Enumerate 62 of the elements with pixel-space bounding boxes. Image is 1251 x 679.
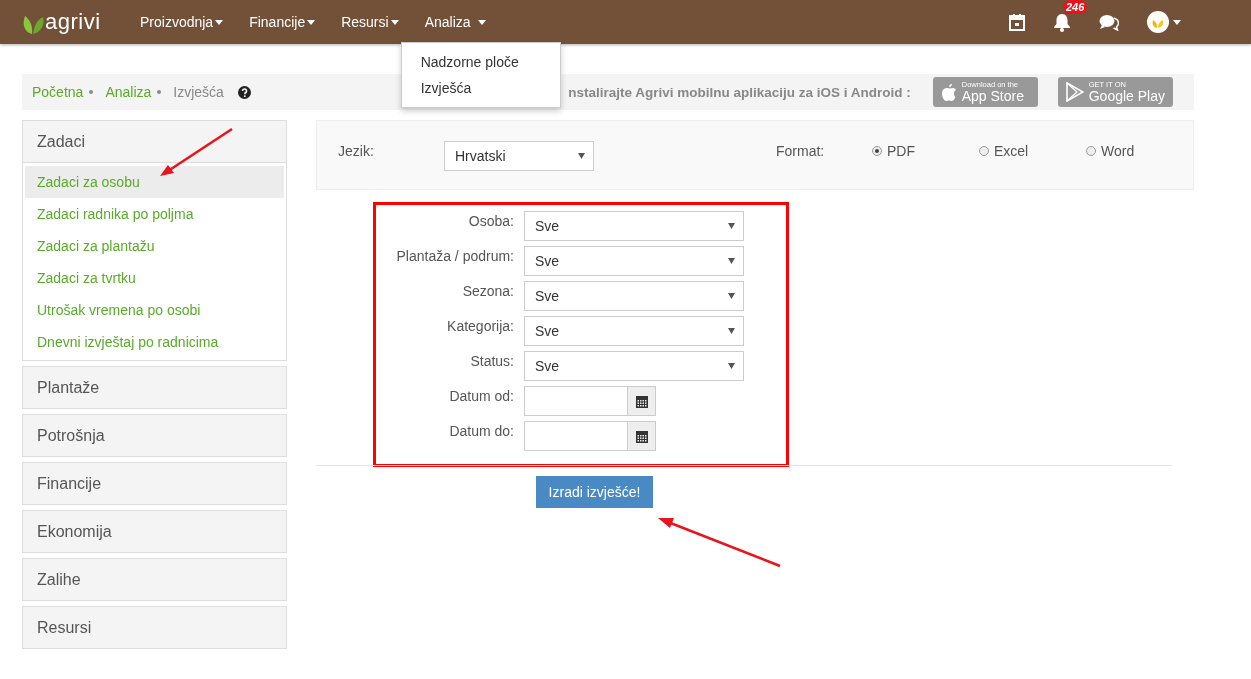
app-promo-text: nstalirajte Agrivi mobilnu aplikaciju za iOS i Android : bbox=[568, 84, 911, 100]
calendar-icon bbox=[635, 394, 648, 408]
apple-icon bbox=[940, 82, 957, 102]
format-radio[interactable]: Word bbox=[1086, 143, 1193, 159]
caret-icon bbox=[728, 363, 735, 369]
panel-header[interactable]: Zalihe bbox=[23, 559, 286, 600]
caret-icon bbox=[477, 19, 486, 25]
caret-icon bbox=[307, 19, 316, 25]
calendar-icon bbox=[635, 429, 648, 443]
caret-icon bbox=[728, 258, 735, 264]
panel-header[interactable]: Zadaci bbox=[23, 121, 286, 162]
filter-select[interactable]: Sve bbox=[524, 246, 744, 276]
date-input[interactable] bbox=[524, 386, 628, 416]
caret-icon bbox=[728, 328, 735, 334]
field-label: Kategorija: bbox=[446, 318, 514, 334]
dropdown-item[interactable]: Izvješća bbox=[401, 75, 560, 101]
nav-menu-item[interactable]: Proizvodnja bbox=[140, 0, 237, 44]
caret-icon bbox=[578, 153, 585, 159]
field-label: Osoba: bbox=[467, 213, 514, 229]
filter-select[interactable]: Sve bbox=[524, 316, 744, 346]
field-label: Sezona: bbox=[461, 283, 514, 299]
field-label: Jezik: bbox=[338, 143, 375, 159]
panel-header[interactable]: Potrošnja bbox=[23, 415, 286, 456]
help-icon[interactable] bbox=[237, 85, 251, 99]
avatar-icon[interactable] bbox=[1147, 11, 1169, 33]
date-picker-button[interactable] bbox=[628, 421, 656, 451]
calendar-icon[interactable] bbox=[1009, 13, 1025, 31]
caret-icon[interactable] bbox=[1173, 19, 1181, 25]
play-icon bbox=[1065, 82, 1084, 102]
nav-menu-item[interactable]: Analiza bbox=[411, 0, 499, 44]
separator-dot-icon bbox=[89, 90, 94, 94]
filter-select[interactable]: Sve bbox=[524, 351, 744, 381]
date-picker-button[interactable] bbox=[628, 386, 656, 416]
field-label: Format: bbox=[776, 143, 826, 159]
filter-select[interactable]: Sve bbox=[524, 281, 744, 311]
separator-dot-icon bbox=[157, 90, 162, 94]
panel-header[interactable]: Financije bbox=[23, 463, 286, 504]
dropdown-item[interactable]: Nadzorne ploče bbox=[401, 49, 560, 75]
format-radio[interactable]: Excel bbox=[979, 143, 1086, 159]
field-label: Plantaža / podrum: bbox=[395, 248, 514, 264]
field-label: Datum do: bbox=[448, 423, 514, 439]
date-input[interactable] bbox=[524, 421, 628, 451]
logo-text[interactable]: agrivi bbox=[45, 9, 101, 35]
filter-select[interactable]: Sve bbox=[524, 211, 744, 241]
language-select[interactable]: Hrvatski bbox=[444, 141, 594, 171]
panel-header[interactable]: Ekonomija bbox=[23, 511, 286, 552]
panel-header[interactable]: Resursi bbox=[23, 607, 286, 648]
caret-icon bbox=[728, 223, 735, 229]
nav-menu-item[interactable]: Resursi bbox=[328, 0, 412, 44]
notification-count: 246 bbox=[1063, 0, 1088, 14]
nav-menu-item[interactable]: Financije bbox=[236, 0, 329, 44]
caret-icon bbox=[390, 19, 399, 25]
generate-report-button[interactable]: Izradi izvješće! bbox=[536, 476, 653, 508]
field-label: Status: bbox=[469, 353, 514, 369]
chat-icon[interactable] bbox=[1099, 13, 1119, 31]
breadcrumb-current: Izvješća bbox=[173, 84, 224, 100]
panel-header[interactable]: Plantaže bbox=[23, 367, 286, 408]
bell-icon[interactable] bbox=[1053, 12, 1071, 32]
field-label: Datum od: bbox=[448, 388, 514, 404]
format-radio[interactable]: PDF bbox=[872, 143, 979, 159]
caret-icon bbox=[728, 293, 735, 299]
caret-icon bbox=[215, 19, 224, 25]
